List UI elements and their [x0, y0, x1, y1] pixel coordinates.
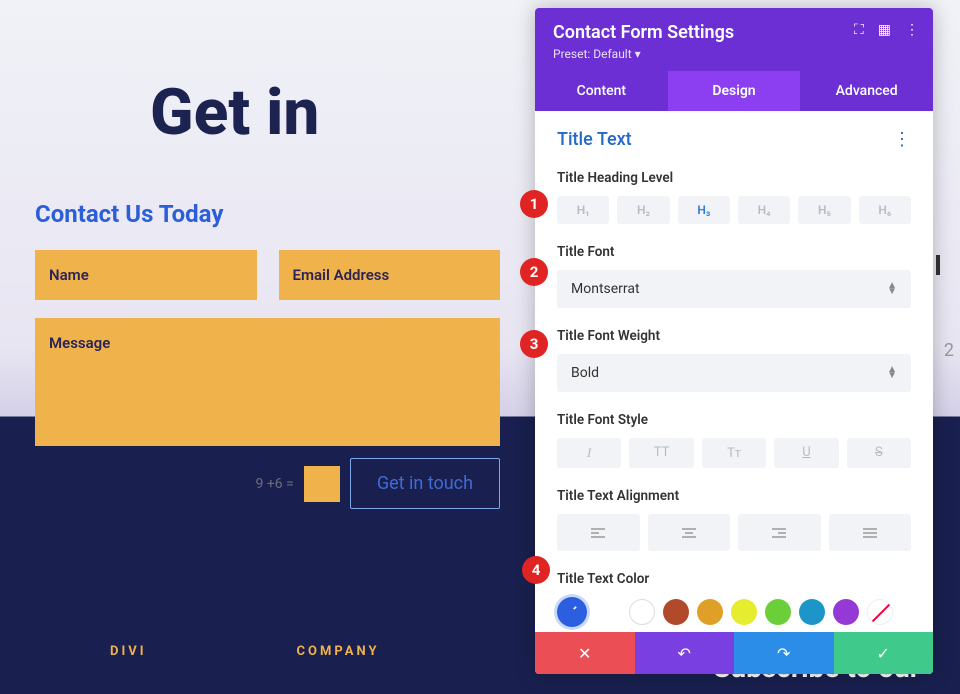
save-button[interactable]: ✓ — [834, 632, 934, 674]
contact-form: Contact Us Today Name Email Address Mess… — [35, 200, 500, 509]
undo-button[interactable]: ↶ — [635, 632, 735, 674]
alignment-label: Title Text Alignment — [557, 488, 911, 504]
color-black[interactable] — [595, 599, 621, 625]
captcha-label: 9 +6 = — [256, 476, 294, 492]
panel-body: Title Text ⋮ Title Heading Level H₁ H₂ H… — [535, 111, 933, 632]
message-field[interactable]: Message — [35, 318, 500, 446]
eyedropper-icon — [565, 605, 579, 619]
select-arrows-icon: ▲▼ — [887, 367, 897, 379]
redo-button[interactable]: ↷ — [734, 632, 834, 674]
tab-design[interactable]: Design — [668, 71, 801, 111]
font-select[interactable]: Montserrat ▲▼ — [557, 270, 911, 308]
font-value: Montserrat — [571, 281, 640, 297]
captcha-input[interactable] — [304, 466, 340, 502]
annotation-4: 4 — [522, 556, 550, 584]
color-white[interactable] — [629, 599, 655, 625]
grid-icon[interactable]: ▦ — [878, 22, 891, 38]
style-italic[interactable]: I — [557, 438, 621, 468]
align-justify[interactable] — [829, 514, 912, 551]
heading-h2[interactable]: H₂ — [617, 196, 669, 224]
color-picker-button[interactable] — [557, 597, 587, 627]
style-underline[interactable]: U — [774, 438, 838, 468]
panel-actions: ✕ ↶ ↷ ✓ — [535, 632, 933, 674]
color-none[interactable] — [867, 599, 893, 625]
tab-advanced[interactable]: Advanced — [800, 71, 933, 111]
heading-h5[interactable]: H₅ — [798, 196, 850, 224]
more-icon[interactable]: ⋮ — [905, 22, 919, 38]
color-swatches — [557, 597, 911, 627]
annotation-1: 1 — [520, 190, 548, 218]
section-title[interactable]: Title Text — [557, 129, 632, 150]
heading-h1[interactable]: H₁ — [557, 196, 609, 224]
heading-level-buttons: H₁ H₂ H₃ H₄ H₅ H₆ — [557, 196, 911, 224]
style-capitalize[interactable]: Tᴛ — [702, 438, 766, 468]
color-label: Title Text Color — [557, 571, 911, 587]
weight-value: Bold — [571, 365, 599, 381]
submit-button[interactable]: Get in touch — [350, 458, 500, 509]
cancel-button[interactable]: ✕ — [535, 632, 635, 674]
email-field[interactable]: Email Address — [279, 250, 501, 300]
footer-col-divi[interactable]: DIVI — [110, 644, 147, 659]
footer-col-company[interactable]: COMPANY — [297, 644, 380, 659]
settings-panel: Contact Form Settings Preset: Default ▾ … — [535, 8, 933, 674]
heading-level-label: Title Heading Level — [557, 170, 911, 186]
panel-preset[interactable]: Preset: Default ▾ — [553, 47, 915, 61]
color-orange[interactable] — [697, 599, 723, 625]
panel-tabs: Content Design Advanced — [535, 71, 933, 111]
align-left[interactable] — [557, 514, 640, 551]
annotation-2: 2 — [520, 258, 548, 286]
font-label: Title Font — [557, 244, 911, 260]
heading-h6[interactable]: H₆ — [859, 196, 911, 224]
style-uppercase[interactable]: TT — [629, 438, 693, 468]
panel-header: Contact Form Settings Preset: Default ▾ … — [535, 8, 933, 71]
align-center[interactable] — [648, 514, 731, 551]
contact-heading: Contact Us Today — [35, 200, 500, 228]
color-yellow[interactable] — [731, 599, 757, 625]
select-arrows-icon: ▲▼ — [887, 283, 897, 295]
preview-icon[interactable]: ⛶ — [854, 22, 864, 38]
annotation-3: 3 — [520, 330, 548, 358]
style-label: Title Font Style — [557, 412, 911, 428]
align-buttons — [557, 514, 911, 551]
weight-select[interactable]: Bold ▲▼ — [557, 354, 911, 392]
scrollbar-thumb[interactable] — [936, 255, 940, 275]
weight-label: Title Font Weight — [557, 328, 911, 344]
color-blue[interactable] — [799, 599, 825, 625]
style-strike[interactable]: S — [847, 438, 911, 468]
align-right[interactable] — [738, 514, 821, 551]
color-green[interactable] — [765, 599, 791, 625]
style-buttons: I TT Tᴛ U S — [557, 438, 911, 468]
heading-h3[interactable]: H₃ — [678, 196, 730, 224]
page-title: Get in — [150, 75, 319, 150]
section-menu-icon[interactable]: ⋮ — [893, 129, 911, 150]
tab-content[interactable]: Content — [535, 71, 668, 111]
color-purple[interactable] — [833, 599, 859, 625]
heading-h4[interactable]: H₄ — [738, 196, 790, 224]
name-field[interactable]: Name — [35, 250, 257, 300]
side-number: 2 — [944, 340, 954, 361]
color-brown[interactable] — [663, 599, 689, 625]
